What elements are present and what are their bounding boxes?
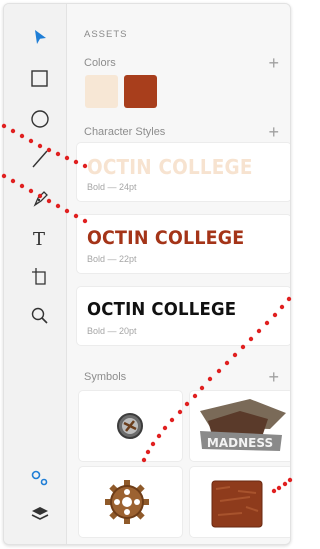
symbol-rusty-gear[interactable] (79, 467, 182, 537)
symbol-madness-text: MADNESS (207, 436, 273, 450)
svg-text:T: T (33, 229, 45, 249)
assets-window: T ASSETS Colors + Character Styles + OCT… (3, 3, 291, 545)
style-sample-text: OCTIN COLLEGE (87, 299, 237, 320)
character-style-card-1[interactable]: OCTIN COLLEGE Bold — 24pt (77, 143, 290, 201)
zoom-tool-icon[interactable] (29, 305, 51, 327)
assets-panel: ASSETS Colors + Character Styles + OCTIN… (67, 4, 290, 544)
character-style-card-3[interactable]: OCTIN COLLEGE Bold — 20pt (77, 287, 290, 345)
style-meta: Bold — 22pt (87, 254, 137, 264)
panel-header: ASSETS (84, 29, 128, 40)
layers-panel-icon[interactable] (29, 503, 51, 525)
add-character-style-button[interactable]: + (268, 123, 279, 141)
rust-texture-tile (211, 480, 263, 528)
add-color-button[interactable]: + (268, 54, 279, 72)
add-symbol-button[interactable]: + (268, 368, 279, 386)
tool-sidebar: T (4, 4, 67, 544)
symbols-label: Symbols (84, 371, 127, 383)
symbol-rust-texture[interactable] (190, 467, 290, 537)
artboard-tool-icon[interactable] (29, 265, 51, 287)
style-sample-text: OCTIN COLLEGE (87, 155, 253, 179)
select-tool-icon[interactable] (29, 27, 51, 49)
pen-tool-icon[interactable] (29, 188, 51, 210)
color-swatch-rust[interactable] (124, 75, 157, 108)
character-style-card-2[interactable]: OCTIN COLLEGE Bold — 22pt (77, 215, 290, 273)
style-sample-text: OCTIN COLLEGE (87, 227, 245, 249)
ellipse-tool-icon[interactable] (29, 108, 51, 130)
madness-logo-image: MADNESS (200, 399, 286, 451)
assets-panel-icon[interactable] (29, 467, 51, 489)
rusty-gear-icon (105, 480, 149, 524)
style-meta: Bold — 24pt (87, 182, 137, 192)
line-tool-icon[interactable] (29, 148, 51, 170)
button-gear-icon (117, 413, 143, 439)
colors-label: Colors (84, 57, 116, 69)
rectangle-tool-icon[interactable] (29, 68, 51, 90)
character-styles-label: Character Styles (84, 126, 166, 138)
style-meta: Bold — 20pt (87, 326, 137, 336)
symbol-madness-logo[interactable]: MADNESS (190, 391, 290, 461)
symbol-button-gear[interactable] (79, 391, 182, 461)
color-swatch-cream[interactable] (85, 75, 118, 108)
text-tool-icon[interactable]: T (29, 227, 51, 250)
